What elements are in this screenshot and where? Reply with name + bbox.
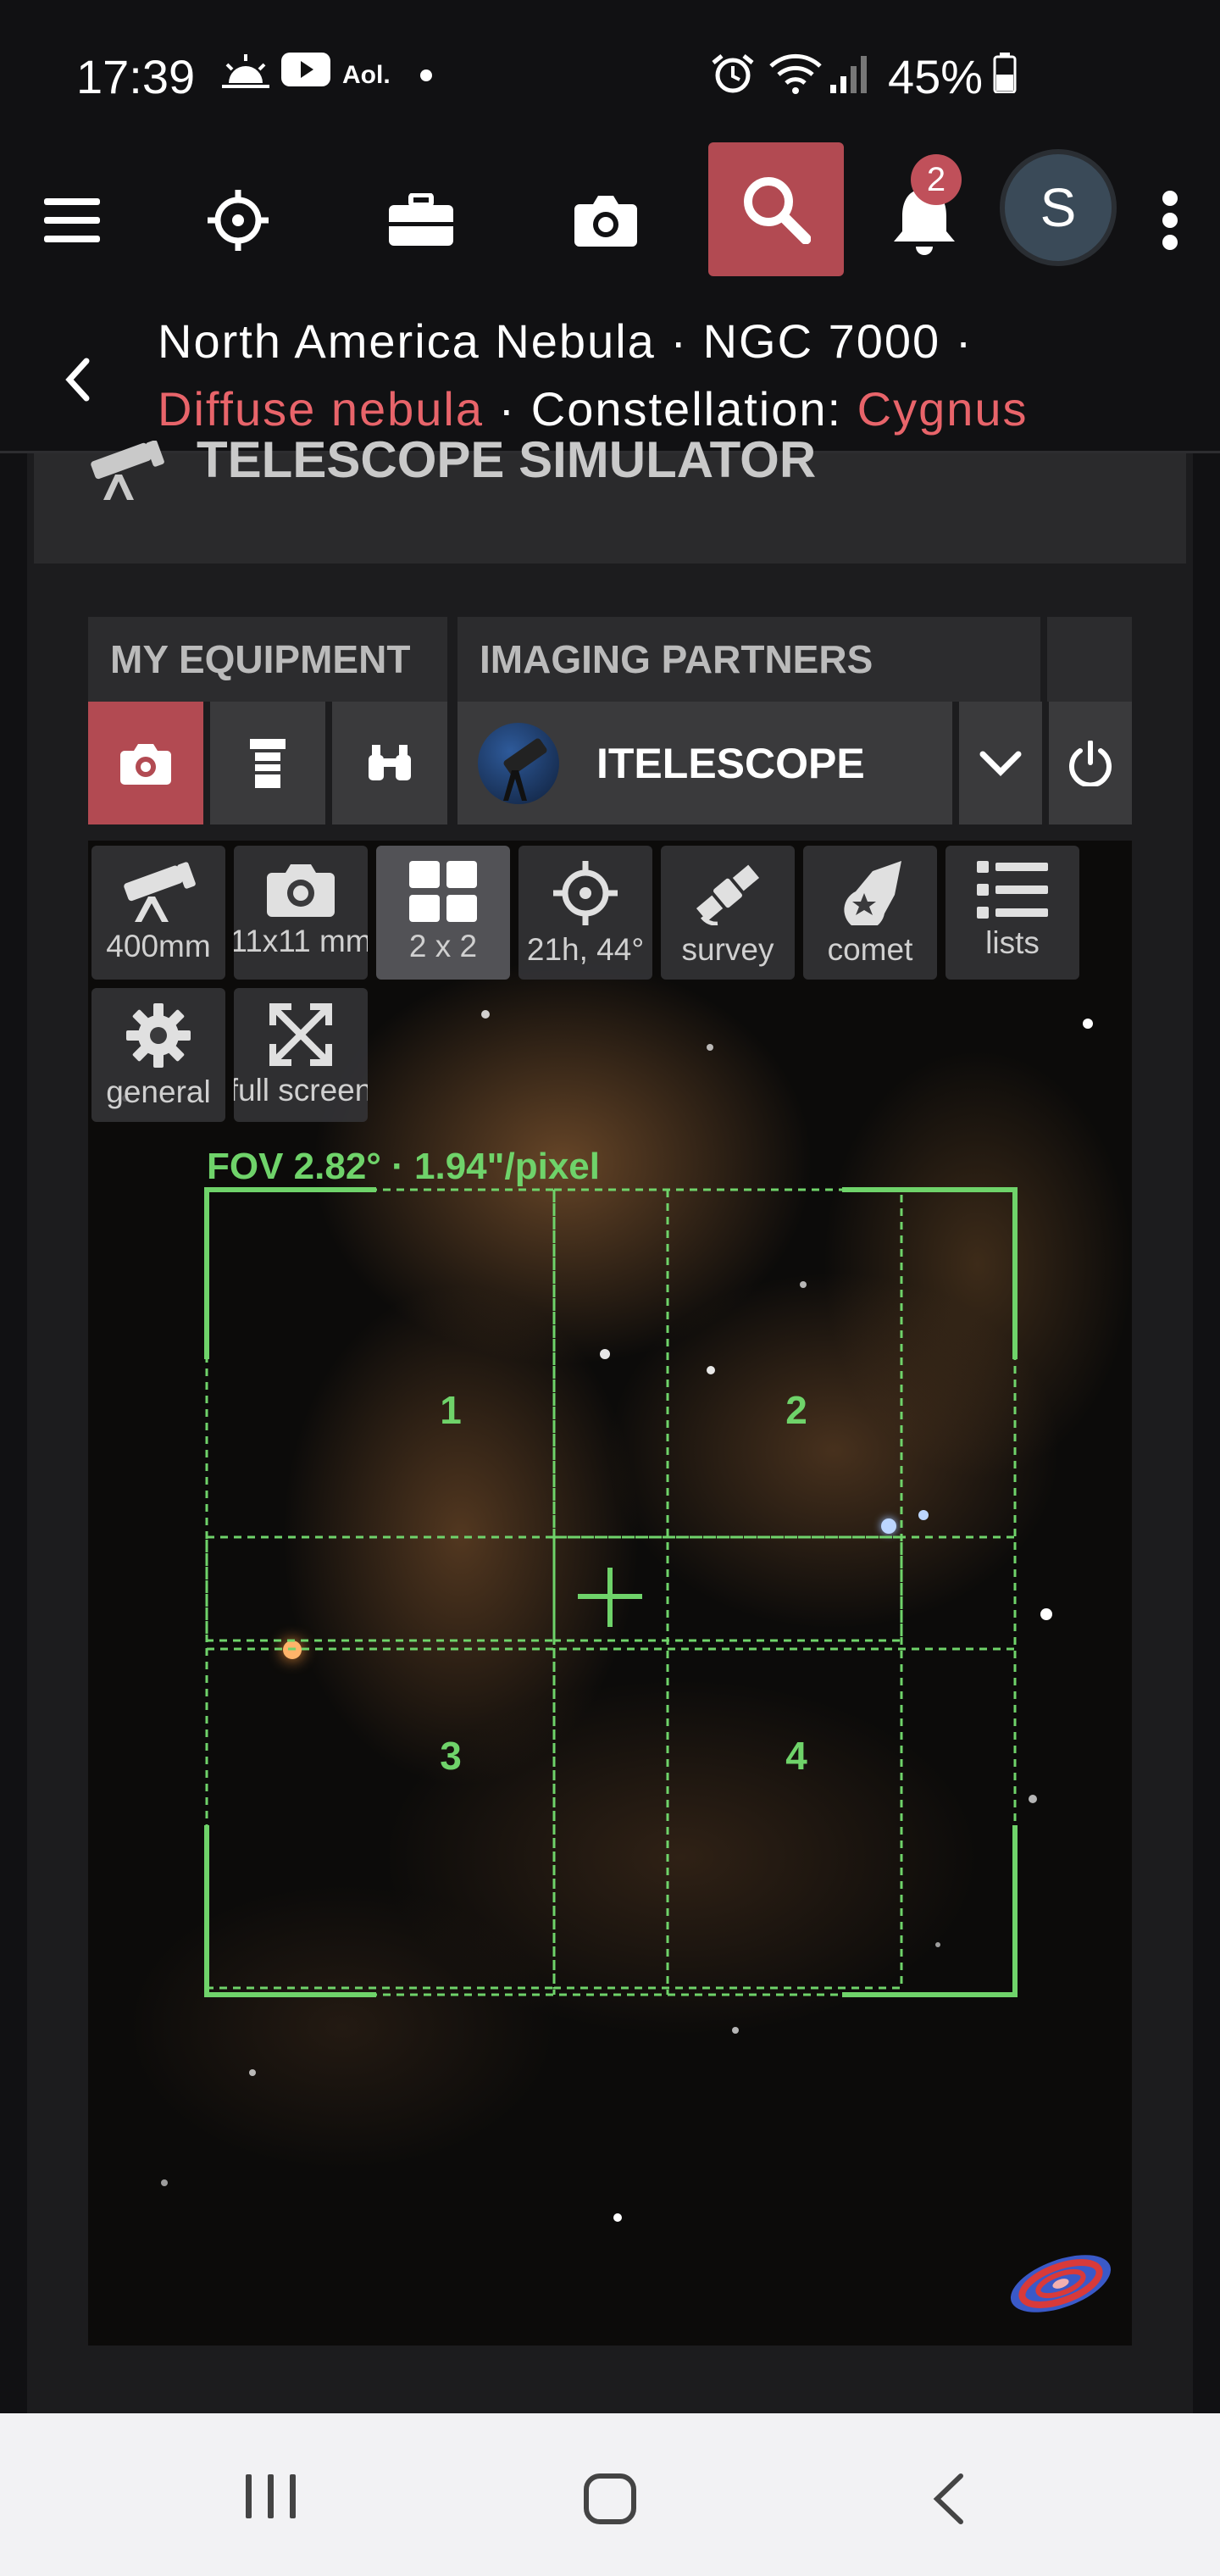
constellation-link[interactable]: Cygnus bbox=[857, 382, 1029, 436]
weather-sunrise-icon bbox=[222, 54, 269, 88]
telescope-icon bbox=[503, 737, 547, 801]
back-button[interactable] bbox=[47, 346, 107, 414]
object-catalog-id: NGC 7000 bbox=[702, 314, 941, 368]
power-icon bbox=[1069, 740, 1112, 786]
signal-icon bbox=[830, 56, 867, 93]
camera-icon bbox=[574, 196, 637, 247]
notification-count-badge: 2 bbox=[911, 154, 962, 205]
home-icon[interactable] bbox=[583, 2473, 637, 2525]
eyepiece-mode-button[interactable] bbox=[210, 702, 325, 824]
more-options-button[interactable] bbox=[1149, 136, 1191, 305]
constellation-label: · Constellation: bbox=[484, 382, 857, 436]
status-time: 17:39 bbox=[76, 50, 196, 103]
binoculars-icon bbox=[369, 744, 411, 780]
telescope-simulator-view[interactable]: 400mm 11x11 mm 2 x 2 21h, 44° survey com… bbox=[88, 841, 1132, 2346]
tab-imaging-partners[interactable]: IMAGING PARTNERS bbox=[458, 617, 1040, 702]
object-subtitle: Diffuse nebula · Constellation: Cygnus bbox=[158, 381, 1029, 436]
aol-icon: Aol. bbox=[342, 61, 391, 89]
object-type-link[interactable]: Diffuse nebula bbox=[158, 382, 484, 436]
crosshair-icon bbox=[208, 190, 269, 251]
partner-dropdown-button[interactable] bbox=[959, 702, 1042, 824]
camera-mode-button[interactable] bbox=[88, 702, 203, 824]
images-button[interactable] bbox=[559, 136, 652, 305]
explore-button[interactable] bbox=[191, 136, 285, 305]
chevron-down-icon bbox=[979, 751, 1022, 776]
power-button[interactable] bbox=[1049, 702, 1132, 824]
battery-percent: 45% bbox=[888, 50, 984, 103]
itelescope-logo bbox=[478, 722, 559, 804]
binoculars-mode-button[interactable] bbox=[332, 702, 447, 824]
back-icon[interactable] bbox=[929, 2473, 969, 2525]
hamburger-icon bbox=[44, 198, 100, 242]
user-avatar[interactable]: S bbox=[1000, 149, 1117, 266]
imaging-partner-select[interactable]: ITELESCOPE bbox=[458, 702, 952, 824]
telescope-icon bbox=[91, 441, 164, 500]
tab-empty bbox=[1047, 617, 1132, 702]
chevron-left-icon bbox=[65, 358, 90, 402]
youtube-icon bbox=[281, 53, 330, 86]
system-navigation-bar bbox=[0, 2413, 1220, 2576]
search-icon bbox=[744, 177, 811, 244]
more-vertical-icon bbox=[1162, 191, 1178, 250]
tab-my-equipment[interactable]: MY EQUIPMENT bbox=[88, 617, 447, 702]
object-title: North America Nebula · NGC 7000 · bbox=[158, 314, 973, 369]
mosaic-panel-1-label: 1 bbox=[440, 1388, 462, 1432]
status-bar: 17:39 Aol. 45% bbox=[0, 0, 1220, 136]
battery-icon bbox=[993, 53, 1017, 93]
separator: · bbox=[940, 314, 973, 368]
panel-title: TELESCOPE SIMULATOR bbox=[197, 431, 817, 488]
mosaic-panel-3-label: 3 bbox=[440, 1734, 462, 1778]
search-button[interactable] bbox=[708, 142, 844, 276]
mosaic-panel-4-label: 4 bbox=[785, 1734, 807, 1778]
center-crosshair-icon bbox=[578, 1568, 642, 1627]
mosaic-panel-2-label: 2 bbox=[785, 1388, 807, 1432]
separator: · bbox=[655, 314, 703, 368]
partner-name: ITELESCOPE bbox=[596, 739, 865, 787]
notification-dot-icon bbox=[420, 69, 432, 81]
camera-icon bbox=[120, 743, 171, 785]
galaxy-logo-icon[interactable] bbox=[1005, 2247, 1117, 2320]
toolbox-icon bbox=[389, 193, 453, 246]
mosaic-overlay: 1 2 3 4 bbox=[204, 1187, 1018, 1997]
top-navigation: 2 S bbox=[0, 136, 1220, 305]
recent-apps-icon[interactable] bbox=[244, 2473, 298, 2520]
wifi-icon bbox=[769, 53, 822, 94]
eyepiece-icon bbox=[250, 738, 286, 788]
menu-button[interactable] bbox=[25, 136, 119, 305]
equipment-button[interactable] bbox=[374, 136, 468, 305]
object-name: North America Nebula bbox=[158, 314, 656, 368]
alarm-icon bbox=[712, 54, 754, 93]
